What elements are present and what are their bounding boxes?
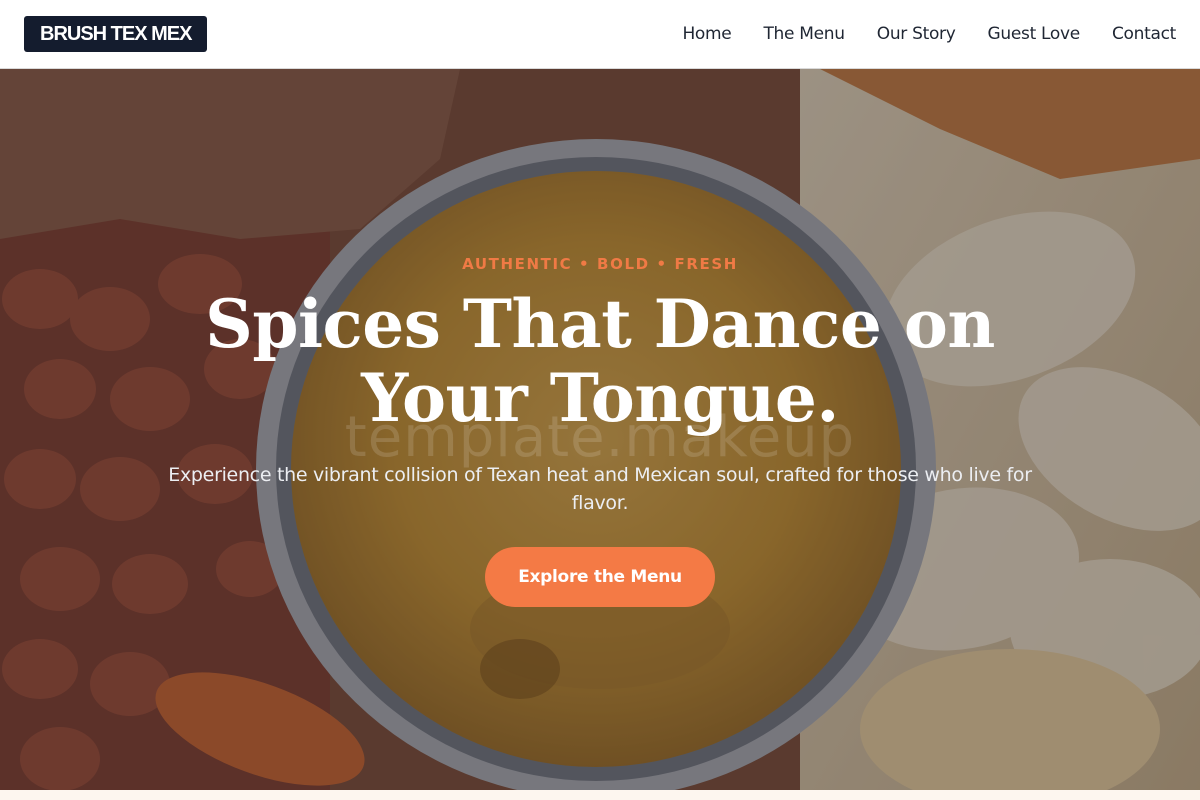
- hero-content: AUTHENTIC • BOLD • FRESH Spices That Dan…: [0, 69, 1200, 790]
- main-nav: Home The Menu Our Story Guest Love Conta…: [682, 24, 1176, 44]
- site-header: BRUSH TEX MEX Home The Menu Our Story Gu…: [0, 0, 1200, 69]
- nav-menu[interactable]: The Menu: [763, 24, 845, 44]
- nav-contact[interactable]: Contact: [1112, 24, 1176, 44]
- brand-logo[interactable]: BRUSH TEX MEX: [24, 16, 208, 52]
- hero-subtext: Experience the vibrant collision of Texa…: [168, 464, 1032, 514]
- next-section-edge: [0, 790, 1200, 800]
- explore-menu-button[interactable]: Explore the Menu: [485, 547, 715, 607]
- nav-guest-love[interactable]: Guest Love: [988, 24, 1081, 44]
- nav-our-story[interactable]: Our Story: [877, 24, 956, 44]
- hero-eyebrow: AUTHENTIC • BOLD • FRESH: [462, 255, 738, 273]
- nav-home[interactable]: Home: [682, 24, 731, 44]
- hero-section: AUTHENTIC • BOLD • FRESH Spices That Dan…: [0, 69, 1200, 790]
